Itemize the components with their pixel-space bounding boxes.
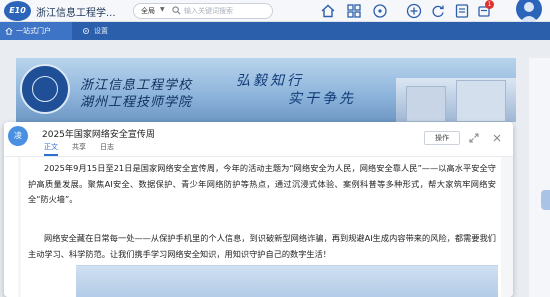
user-icon	[520, 2, 538, 22]
article-modal: 凌 2025年国家网络安全宣传周 正文 共享 日志 操作 2025年9月15日至…	[4, 122, 513, 297]
modal-title: 2025年国家网络安全宣传周	[42, 130, 155, 140]
operate-button[interactable]: 操作	[424, 131, 460, 145]
portal-tab-strip: 一站式门户 设置	[0, 22, 550, 40]
search-scope-select[interactable]: 全局	[141, 6, 155, 16]
avatar[interactable]	[516, 0, 542, 22]
refresh-icon[interactable]	[430, 3, 446, 19]
grid-icon[interactable]	[346, 3, 362, 19]
home-icon	[5, 27, 13, 35]
add-icon[interactable]	[406, 3, 422, 19]
tab-portal[interactable]: 一站式门户	[0, 22, 72, 40]
tab-body[interactable]: 正文	[44, 142, 58, 156]
right-panel-edge	[529, 58, 550, 297]
motto-line1: 弘毅知行	[236, 73, 304, 89]
global-search[interactable]: 全局 ▼	[133, 3, 273, 19]
search-input[interactable]	[184, 5, 270, 17]
tab-settings-label: 设置	[94, 27, 108, 35]
top-bar: E10 浙江信息工程学... 全局 ▼ 输入关键词搜索 1	[0, 0, 550, 22]
list-icon[interactable]	[454, 3, 470, 19]
article-image	[76, 265, 498, 297]
article-paragraph: 网络安全藏在日常每一处——从保护手机里的个人信息，到识破新型网络诈骗，再到规避A…	[28, 233, 496, 259]
school-name-line2: 湖州工程技师学院	[80, 95, 193, 110]
tab-settings[interactable]: 设置	[76, 22, 126, 40]
chevron-down-icon[interactable]: ▼	[160, 6, 165, 13]
campus-building-image	[396, 78, 516, 122]
expand-icon[interactable]	[469, 133, 479, 143]
chat-bubble-icon[interactable]	[372, 3, 388, 19]
tab-log[interactable]: 日志	[100, 142, 114, 152]
motto-line2: 实干争先	[288, 91, 356, 107]
tab-portal-label: 一站式门户	[16, 27, 51, 35]
home-icon[interactable]	[320, 3, 336, 19]
article-body: 2025年9月15日至21日是国家网络安全宣传周，今年的活动主题为“网络安全为人…	[21, 157, 501, 297]
notification-badge: 1	[485, 0, 494, 9]
modal-content: 2025年9月15日至21日是国家网络安全宣传周，今年的活动主题为“网络安全为人…	[18, 157, 513, 297]
app-logo[interactable]: E10	[4, 1, 31, 21]
side-expand-handle[interactable]	[541, 190, 550, 210]
search-icon[interactable]	[172, 6, 181, 15]
author-avatar: 凌	[8, 126, 28, 146]
school-banner: 浙江信息工程学校 湖州工程技师学院 弘毅知行 实干争先	[16, 58, 516, 122]
article-paragraph: 2025年9月15日至21日是国家网络安全宣传周，今年的活动主题为“网络安全为人…	[28, 163, 496, 204]
school-emblem	[20, 64, 70, 114]
tab-share[interactable]: 共享	[72, 142, 86, 152]
close-icon[interactable]	[492, 133, 502, 143]
gear-icon	[82, 27, 90, 35]
app-title[interactable]: 浙江信息工程学...	[36, 4, 116, 19]
